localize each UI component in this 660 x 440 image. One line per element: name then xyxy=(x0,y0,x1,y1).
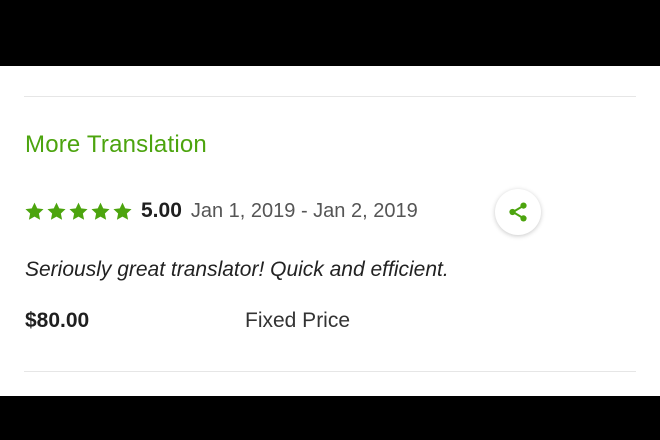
screen: More Translation 5.00 Jan 1, 2019 - Jan … xyxy=(0,0,660,440)
price-type: Fixed Price xyxy=(245,309,351,332)
job-price: $80.00 xyxy=(25,309,90,332)
star-icon xyxy=(69,202,88,220)
star-icon xyxy=(113,202,132,220)
rating-score: 5.00 xyxy=(141,199,182,222)
date-range: Jan 1, 2019 - Jan 2, 2019 xyxy=(190,199,418,222)
job-title[interactable]: More Translation xyxy=(25,130,207,160)
rating-row: 5.00 Jan 1, 2019 - Jan 2, 2019 xyxy=(24,196,418,226)
share-icon xyxy=(509,202,527,222)
divider xyxy=(24,371,636,372)
star-icon xyxy=(91,202,110,220)
review-text: Seriously great translator! Quick and ef… xyxy=(25,258,449,281)
star-icon xyxy=(47,202,66,220)
star-rating xyxy=(24,201,133,222)
job-feedback-card: More Translation 5.00 Jan 1, 2019 - Jan … xyxy=(0,66,660,396)
share-button[interactable] xyxy=(495,189,541,235)
divider xyxy=(24,96,636,97)
star-icon xyxy=(25,202,44,220)
